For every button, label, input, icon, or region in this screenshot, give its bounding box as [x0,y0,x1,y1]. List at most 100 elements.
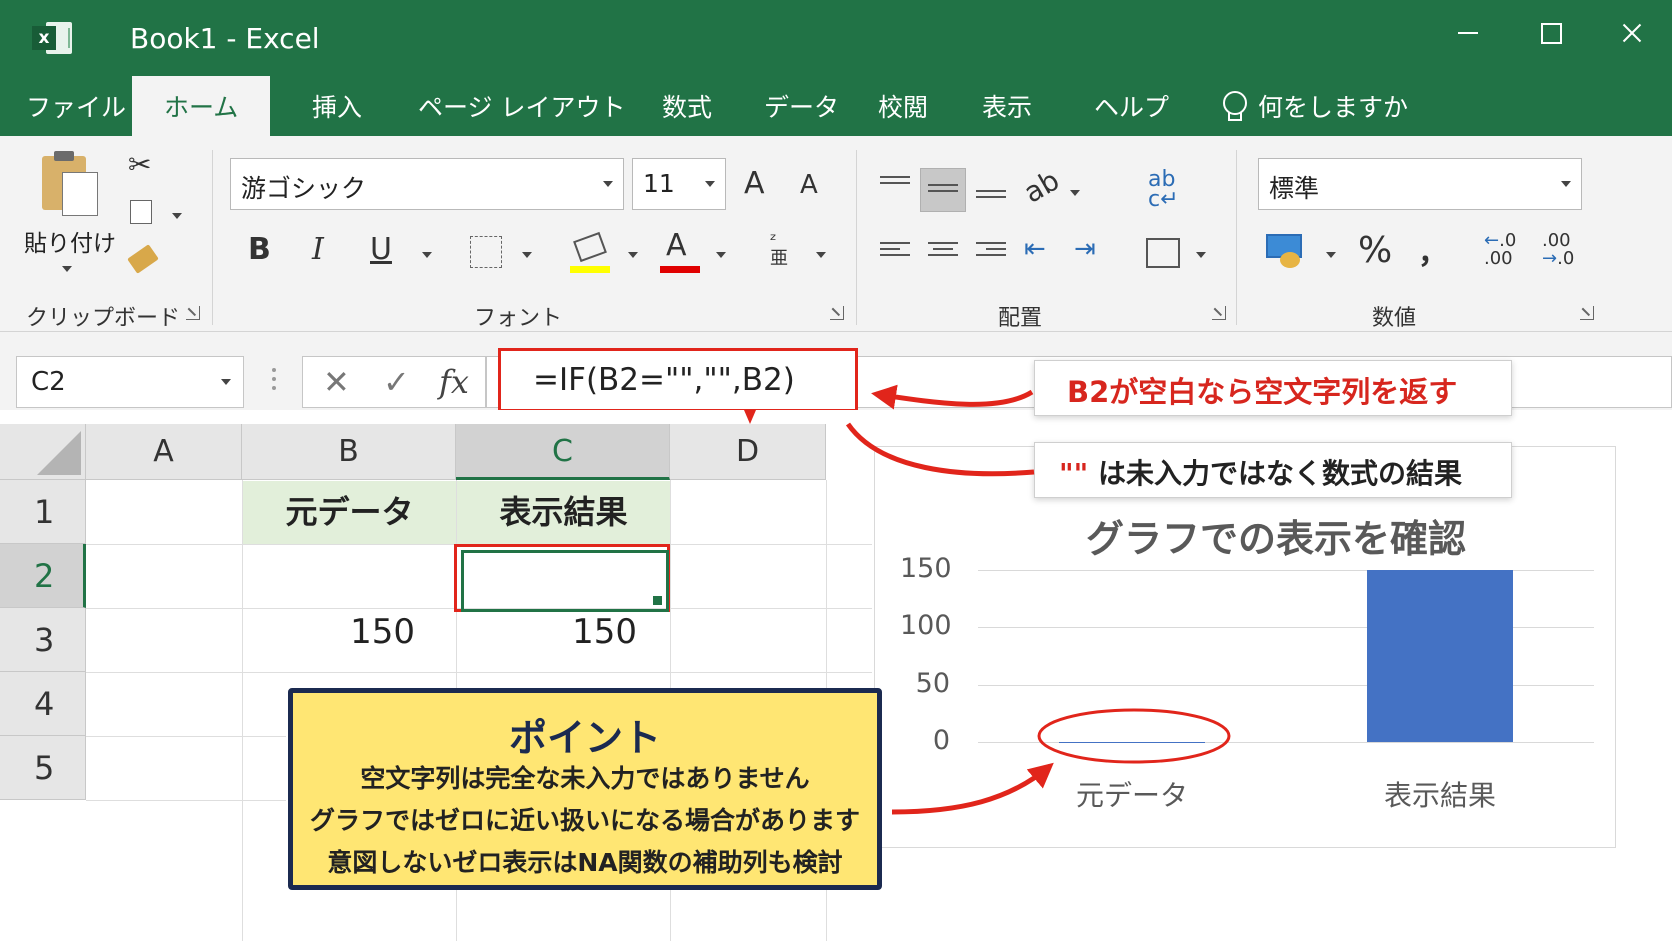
gridline [86,672,872,673]
y-tick-label: 50 [915,667,950,699]
number-group-label: 数値 [1372,306,1417,331]
column-header-d[interactable]: D [670,424,826,480]
font-size-combo[interactable]: 11 [632,158,726,210]
chart-bar[interactable] [1059,742,1205,743]
align-top-icon[interactable] [880,176,910,198]
chart-title: グラフでの表示を確認 [1086,517,1467,561]
number-launcher-icon[interactable] [1580,306,1594,320]
row-header-5[interactable]: 5 [0,736,86,800]
formula-bar-grip-icon[interactable] [272,368,276,394]
cell-c3[interactable]: 150 [457,612,637,652]
scissors-icon[interactable]: ✂ [128,148,151,181]
alignment-launcher-icon[interactable] [1212,306,1226,320]
phonetic-dropdown-icon[interactable] [816,252,826,258]
copy-icon[interactable] [130,200,152,224]
copy-dropdown-icon[interactable] [172,213,182,219]
close-icon[interactable] [1612,18,1652,48]
align-left-icon[interactable] [880,242,910,264]
cell-c2-selected[interactable] [454,544,670,612]
formula-callout: B2が空白なら空文字列を返す [1034,360,1512,416]
y-tick-label: 100 [900,610,952,642]
select-all-button[interactable] [0,424,86,480]
increase-decimal-icon[interactable]: ←.0.00 [1484,232,1516,268]
tab-review[interactable]: 校閲 [878,88,928,124]
cell-c1[interactable]: 表示結果 [457,481,670,544]
tab-view[interactable]: 表示 [982,88,1032,124]
chevron-down-icon [603,181,613,187]
insert-function-icon[interactable]: fx [439,363,469,401]
grow-font-icon[interactable]: A [744,166,765,201]
currency-dropdown-icon[interactable] [1326,252,1336,258]
underline-icon[interactable]: U [370,232,392,267]
row-header-4[interactable]: 4 [0,672,86,736]
align-middle-icon [928,184,958,206]
align-bottom-icon[interactable] [976,190,1006,212]
gridline [86,800,286,801]
chevron-down-icon [705,181,715,187]
row-header-3[interactable]: 3 [0,608,86,672]
number-format-combo[interactable]: 標準 [1258,158,1582,210]
chart-bar[interactable] [1367,570,1513,742]
tab-file[interactable]: ファイル [26,88,126,124]
italic-icon[interactable]: I [312,232,324,267]
tab-data[interactable]: データ [764,88,839,124]
font-launcher-icon[interactable] [830,306,844,320]
point-line: 空文字列は完全な未入力ではありません [360,764,810,793]
column-header-b[interactable]: B [242,424,456,480]
phonetic-guide-icon[interactable]: ᶻ亜 [770,232,788,268]
point-title: ポイント [508,716,661,760]
cancel-icon[interactable]: ✕ [323,363,350,401]
row-header-1[interactable]: 1 [0,480,86,544]
merge-dropdown-icon[interactable] [1196,252,1206,258]
shrink-font-icon[interactable]: A [800,170,818,200]
column-header-a[interactable]: A [86,424,242,480]
enter-icon[interactable]: ✓ [383,363,410,401]
fill-color-dropdown-icon[interactable] [628,252,638,258]
name-box-value: C2 [31,367,66,397]
borders-icon[interactable] [470,236,502,268]
percent-icon[interactable]: % [1358,230,1392,271]
font-name-combo[interactable]: 游ゴシック [230,158,624,210]
tab-insert[interactable]: 挿入 [312,88,362,124]
align-right-icon[interactable] [976,242,1006,264]
wrap-text-icon[interactable]: ab c↵ [1148,169,1179,211]
paste-button-label[interactable]: 貼り付け [24,224,116,258]
font-size-value: 11 [643,169,675,198]
comma-icon[interactable]: ， [1418,228,1448,272]
cell-b1[interactable]: 元データ [243,481,456,544]
font-color-dropdown-icon[interactable] [716,252,726,258]
align-center-icon[interactable] [928,242,958,264]
group-separator [1236,150,1237,325]
column-header-c[interactable]: C [456,424,670,480]
cell-b3[interactable]: 150 [243,612,415,652]
decrease-decimal-icon[interactable]: .00 →.0 [1542,232,1574,268]
empty-string-callout: "" は未入力ではなく数式の結果 [1034,442,1512,498]
paste-dropdown-icon[interactable] [62,266,72,272]
borders-dropdown-icon[interactable] [522,252,532,258]
formula-buttons: ✕ ✓ fx [302,356,486,408]
tab-formulas[interactable]: 数式 [662,88,712,124]
minimize-icon[interactable] [1448,18,1488,48]
row-header-2[interactable]: 2 [0,544,86,608]
merge-center-icon[interactable] [1146,238,1180,268]
increase-indent-icon[interactable]: ⇥ [1074,234,1096,264]
paste-sheet-icon [62,172,98,216]
y-tick-label: 150 [900,553,952,584]
tab-page-layout[interactable]: ページ レイアウト [418,88,625,124]
tell-me-search[interactable]: 何をしますか [1222,88,1408,124]
font-color-icon[interactable]: A [666,228,687,263]
name-box[interactable]: C2 [16,356,244,408]
formula-text: =IF(B2="","",B2) [533,362,795,398]
clipboard-launcher-icon[interactable] [186,306,200,320]
decrease-indent-icon[interactable]: ⇤ [1024,234,1046,264]
group-separator [212,150,213,325]
tab-help[interactable]: ヘルプ [1094,88,1169,124]
underline-dropdown-icon[interactable] [422,252,432,258]
tab-home[interactable]: ホーム [132,76,271,136]
maximize-icon[interactable] [1530,18,1570,48]
chevron-down-icon [221,379,231,385]
group-separator [856,150,857,325]
bold-icon[interactable]: B [248,232,271,267]
orientation-dropdown-icon[interactable] [1070,190,1080,196]
point-line: 意図しないゼロ表示はNA関数の補助列も検討 [327,848,843,877]
